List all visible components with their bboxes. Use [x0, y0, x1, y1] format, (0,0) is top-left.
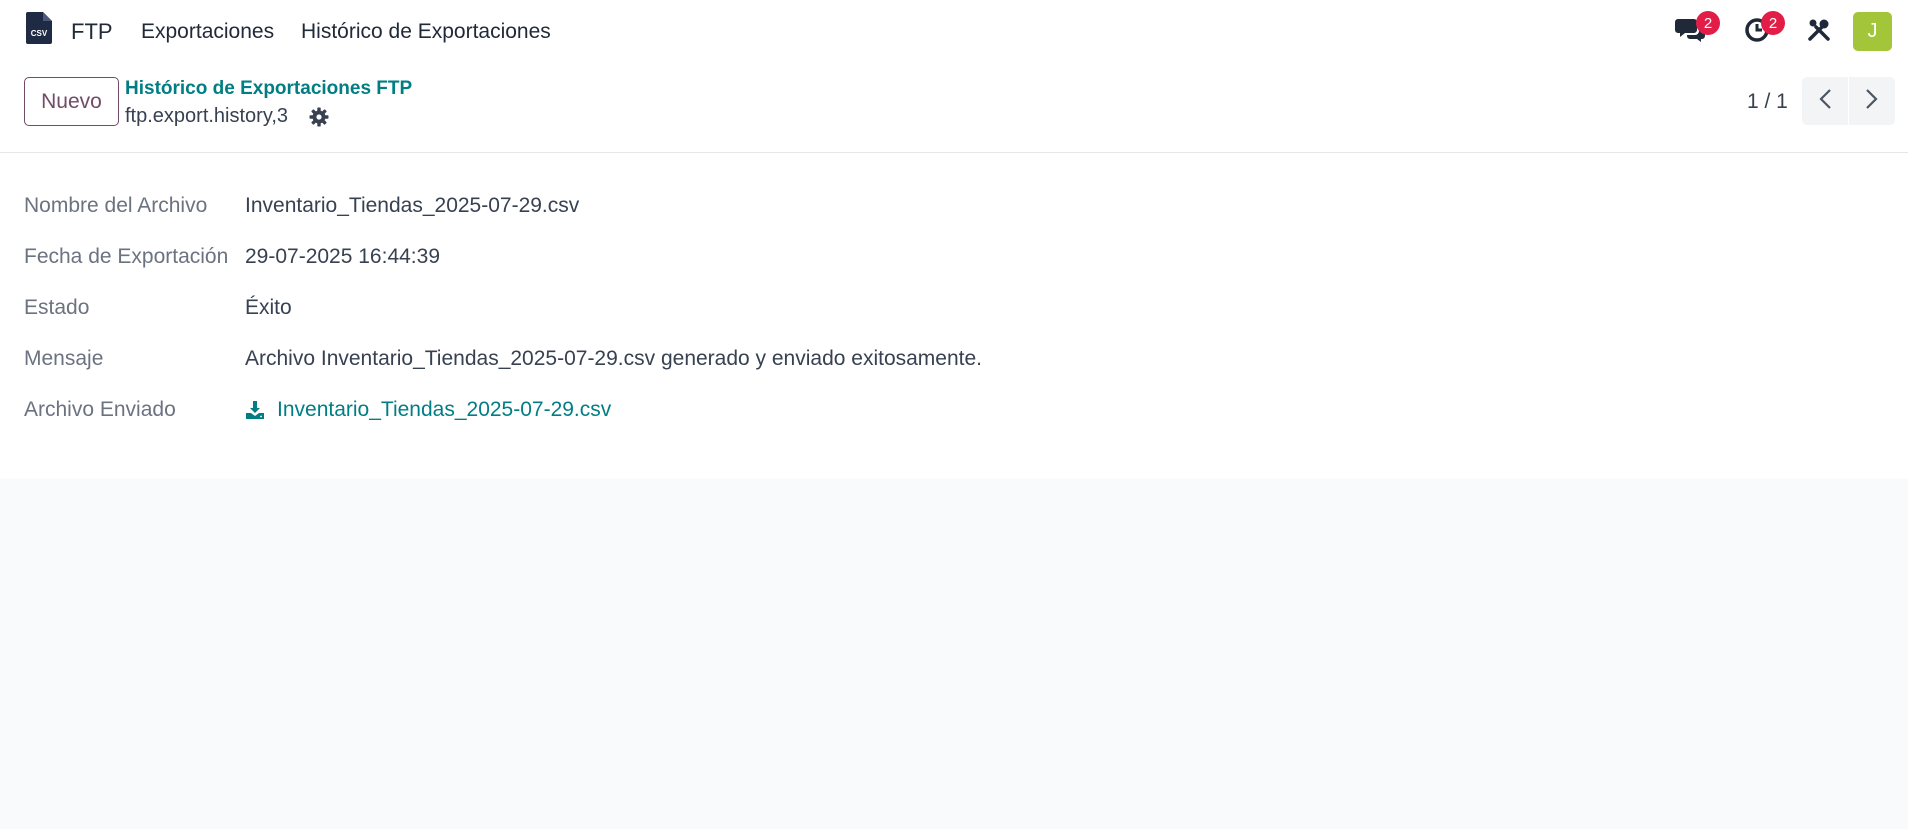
- messages-button[interactable]: 2: [1672, 11, 1720, 50]
- field-row-export-date: Fecha de Exportación 29-07-2025 16:44:39: [0, 245, 1908, 285]
- field-value-message: Archivo Inventario_Tiendas_2025-07-29.cs…: [245, 347, 983, 370]
- field-value-filename: Inventario_Tiendas_2025-07-29.csv: [245, 194, 580, 217]
- control-panel: Nuevo Histórico de Exportaciones FTP ftp…: [0, 63, 1908, 153]
- debug-tools-button[interactable]: [1801, 14, 1837, 50]
- breadcrumb[interactable]: Histórico de Exportaciones FTP: [125, 78, 412, 100]
- gear-icon[interactable]: [309, 107, 329, 127]
- new-button[interactable]: Nuevo: [24, 77, 119, 126]
- field-row-filename: Nombre del Archivo Inventario_Tiendas_20…: [0, 194, 1908, 234]
- field-label: Fecha de Exportación: [24, 245, 229, 268]
- messages-badge: 2: [1696, 11, 1720, 35]
- form-sheet: Nombre del Archivo Inventario_Tiendas_20…: [0, 153, 1908, 479]
- user-avatar[interactable]: J: [1853, 12, 1892, 51]
- svg-text:CSV: CSV: [31, 29, 48, 38]
- menu-historico-exportaciones[interactable]: Histórico de Exportaciones: [301, 20, 551, 44]
- activities-badge: 2: [1761, 11, 1785, 35]
- csv-file-icon[interactable]: CSV: [26, 12, 52, 44]
- field-value-export-date: 29-07-2025 16:44:39: [245, 245, 440, 268]
- field-value-status: Éxito: [245, 296, 292, 319]
- chevron-left-icon: [1818, 88, 1832, 115]
- field-label: Estado: [24, 296, 90, 319]
- field-label: Nombre del Archivo: [24, 194, 208, 217]
- activities-button[interactable]: 2: [1739, 11, 1785, 50]
- top-navbar: CSV FTP Exportaciones Histórico de Expor…: [0, 0, 1908, 63]
- field-row-sent-file: Archivo Enviado Inventario_Tiendas_2025-…: [0, 398, 1908, 438]
- pager-value[interactable]: 1 / 1: [1747, 90, 1788, 114]
- field-row-status: Estado Éxito: [0, 296, 1908, 336]
- sent-file-link[interactable]: Inventario_Tiendas_2025-07-29.csv: [277, 398, 611, 422]
- record-name: ftp.export.history,3: [125, 105, 289, 127]
- chevron-right-icon: [1865, 88, 1879, 115]
- tools-icon: [1807, 18, 1831, 47]
- field-row-message: Mensaje Archivo Inventario_Tiendas_2025-…: [0, 347, 1908, 387]
- field-label: Archivo Enviado: [24, 398, 176, 421]
- field-label: Mensaje: [24, 347, 104, 370]
- download-icon[interactable]: [245, 400, 265, 420]
- menu-exportaciones[interactable]: Exportaciones: [141, 20, 274, 44]
- app-name[interactable]: FTP: [71, 19, 113, 45]
- pager-next-button[interactable]: [1849, 77, 1895, 125]
- pager-previous-button[interactable]: [1802, 77, 1848, 125]
